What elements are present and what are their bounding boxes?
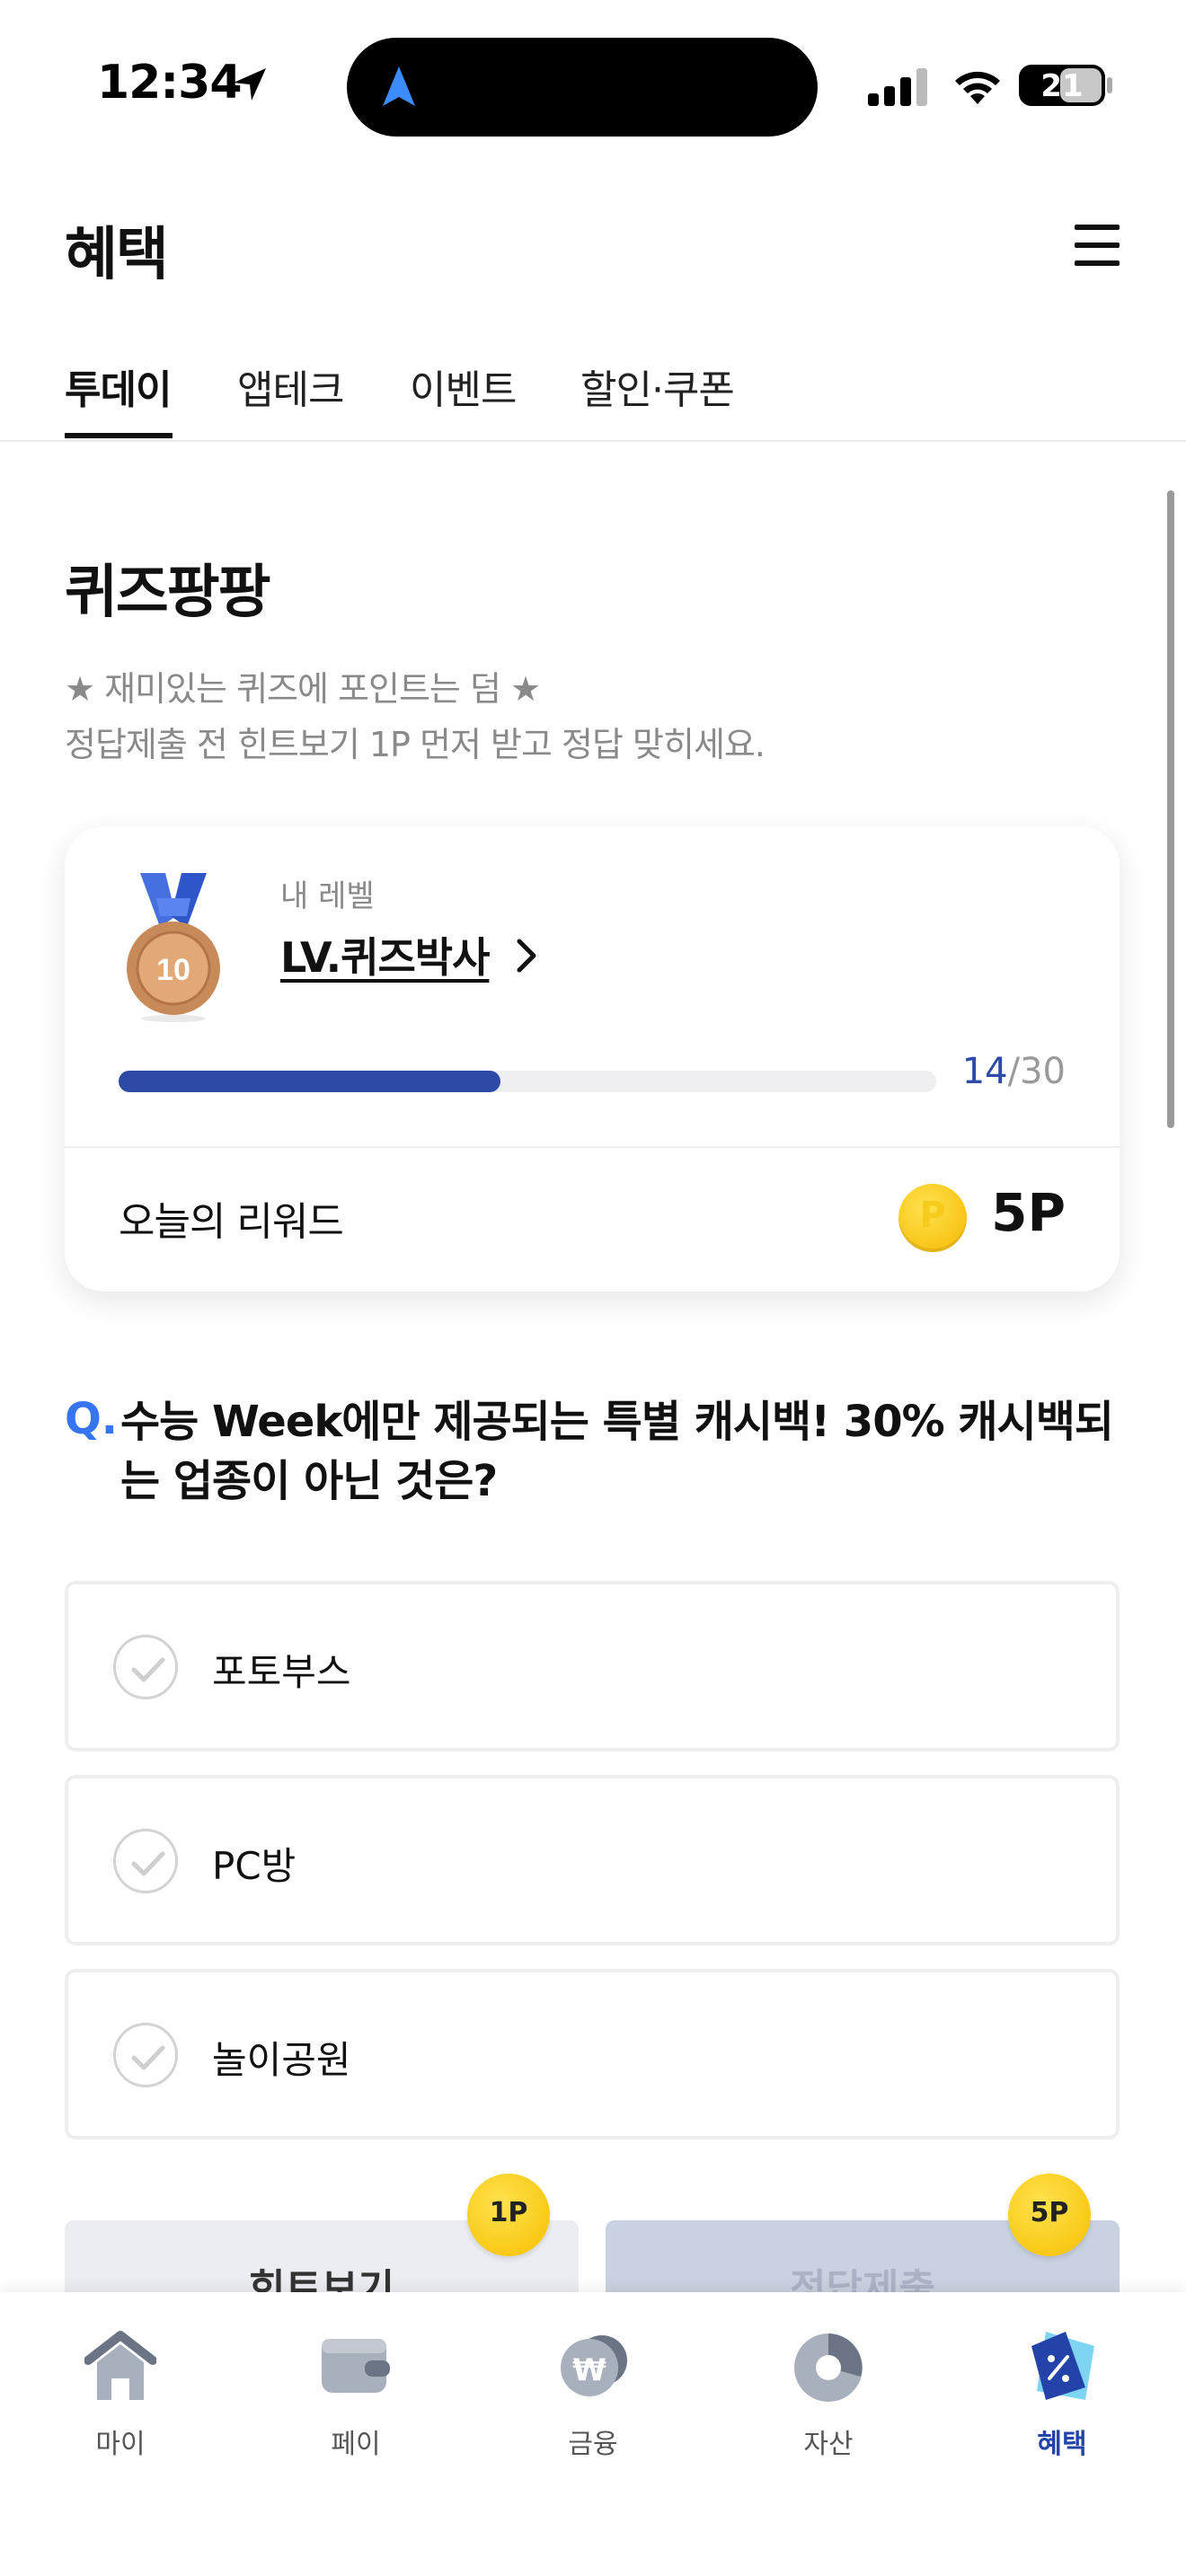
hint-point-badge: 1P	[467, 2174, 550, 2256]
tab-event[interactable]: 이벤트	[410, 357, 517, 415]
quiz-title: 퀴즈팡팡	[65, 560, 271, 626]
quiz-desc-line: 정답제출 전 힌트보기 1P 먼저 받고 정답 맞히세요.	[65, 725, 766, 764]
check-circle-icon	[113, 1635, 178, 1699]
nav-item-my[interactable]: 마이	[49, 2328, 192, 2481]
tab-bar: 투데이 앱테크 이벤트 할인·쿠폰	[0, 341, 1186, 442]
hint-badge-text: 1P	[489, 2197, 528, 2228]
tab-discount-coupon[interactable]: 할인·쿠폰	[580, 357, 735, 415]
progress-current: 14	[961, 1051, 1008, 1092]
pie-chart-icon	[792, 2328, 864, 2404]
chevron-right-icon[interactable]	[514, 938, 539, 977]
won-coin-icon: ₩	[557, 2328, 629, 2404]
check-circle-icon	[113, 2023, 178, 2087]
tab-today[interactable]: 투데이	[65, 357, 172, 415]
page-title: 혜택	[65, 222, 169, 288]
nav-label: 페이	[331, 2429, 381, 2460]
point-coin-icon: P	[898, 1184, 967, 1252]
answer-option[interactable]: 포토부스	[65, 1581, 1120, 1751]
quiz-desc-line: ★ 재미있는 퀴즈에 포인트는 덤 ★	[65, 669, 541, 709]
reward-label: 오늘의 리워드	[119, 1199, 344, 1245]
status-bar: 12:34 21	[0, 0, 1186, 171]
nav-label: 마이	[95, 2429, 146, 2460]
tab-apptech[interactable]: 앱테크	[237, 357, 344, 415]
nav-item-pay[interactable]: 페이	[284, 2328, 428, 2481]
battery-cap	[1107, 77, 1112, 93]
question-text: 수능 Week에만 제공되는 특별 캐시백! 30% 캐시백되는 업종이 아닌 …	[120, 1397, 1114, 1506]
battery-percent: 21	[1040, 68, 1084, 104]
nav-label: 자산	[803, 2429, 854, 2460]
answer-option[interactable]: PC방	[65, 1775, 1120, 1945]
wifi-icon	[951, 63, 1005, 110]
reward-value: 5P	[991, 1182, 1066, 1243]
check-circle-icon	[113, 1829, 178, 1893]
nav-item-finance[interactable]: ₩ 금융	[521, 2328, 665, 2481]
progress-total: /30	[1007, 1051, 1066, 1092]
hamburger-menu-icon[interactable]	[1075, 225, 1120, 266]
medal-icon: 10	[124, 871, 223, 1028]
answer-option-label: 놀이공원	[212, 2038, 351, 2082]
level-progress-bar	[119, 1071, 936, 1092]
bottom-nav: 마이 페이 ₩ 금융 자산 혜택	[0, 2292, 1186, 2576]
nav-item-benefits[interactable]: 혜택	[990, 2328, 1134, 2481]
answer-option[interactable]: 놀이공원	[65, 1969, 1120, 2139]
card-divider	[65, 1146, 1120, 1148]
level-progress-text: 14/30	[962, 1051, 1066, 1092]
nav-label: 금융	[568, 2429, 618, 2460]
answer-option-label: PC방	[212, 1844, 296, 1888]
navigation-arrow-icon	[381, 65, 417, 113]
wallet-icon	[320, 2328, 392, 2404]
nav-item-assets[interactable]: 자산	[757, 2328, 900, 2481]
cellular-signal-icon	[868, 66, 931, 110]
coin-letter: P	[919, 1195, 946, 1236]
status-time: 12:34	[97, 56, 243, 110]
nav-label: 혜택	[1037, 2429, 1087, 2460]
level-progress-fill	[119, 1071, 500, 1092]
dynamic-island	[347, 38, 818, 137]
submit-badge-text: 5P	[1030, 2197, 1069, 2228]
home-icon	[84, 2328, 157, 2404]
active-tab-indicator	[65, 433, 173, 438]
battery-icon: 21	[1019, 65, 1105, 106]
medal-number: 10	[156, 953, 190, 987]
level-caption: 내 레벨	[280, 878, 375, 914]
location-arrow-icon	[230, 65, 270, 108]
scrollbar[interactable]	[1167, 490, 1174, 1128]
level-name-link[interactable]: LV.퀴즈박사	[280, 925, 490, 984]
quiz-description: ★ 재미있는 퀴즈에 포인트는 덤 ★ 정답제출 전 힌트보기 1P 먼저 받고…	[65, 661, 766, 772]
submit-point-badge: 5P	[1008, 2174, 1091, 2256]
answer-option-label: 포토부스	[212, 1650, 351, 1694]
question-marker: Q.	[65, 1394, 119, 1444]
coupon-icon	[1026, 2328, 1098, 2404]
svg-text:₩: ₩	[572, 2352, 606, 2388]
level-card: 10 내 레벨 LV.퀴즈박사 14/30 오늘의 리워드 P 5P	[65, 826, 1120, 1292]
